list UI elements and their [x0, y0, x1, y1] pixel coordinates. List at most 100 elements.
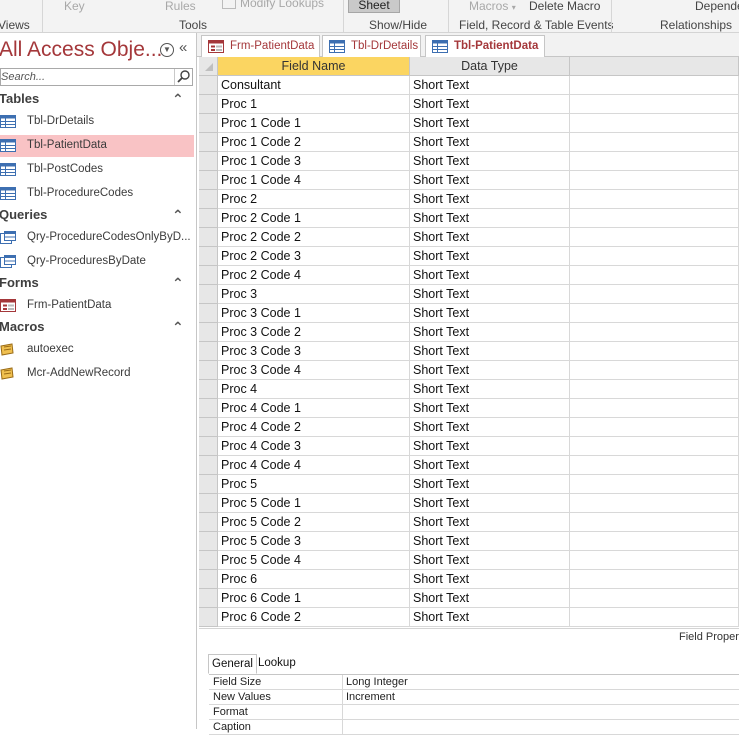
nav-item-qry-procedurecodesonlybyd-[interactable]: Qry-ProcedureCodesOnlyByD... [0, 227, 194, 249]
nav-item-frm-patientdata[interactable]: Frm-PatientData [0, 295, 194, 317]
description-cell[interactable] [570, 532, 739, 551]
nav-item-autoexec[interactable]: autoexec [0, 339, 194, 361]
data-type-cell[interactable]: Short Text [410, 285, 570, 304]
nav-group-tables[interactable]: Tables ⌃ [0, 91, 193, 109]
table-row[interactable]: Proc 4 Code 4 Short Text [199, 456, 739, 475]
data-type-cell[interactable]: Short Text [410, 133, 570, 152]
description-cell[interactable] [570, 418, 739, 437]
field-name-cell[interactable]: Proc 2 Code 3 [218, 247, 410, 266]
field-name-cell[interactable]: Proc 2 Code 1 [218, 209, 410, 228]
table-row[interactable]: Proc 1 Code 3 Short Text [199, 152, 739, 171]
row-selector[interactable] [199, 456, 218, 475]
data-type-cell[interactable]: Short Text [410, 475, 570, 494]
description-cell[interactable] [570, 589, 739, 608]
field-name-cell[interactable]: Proc 6 [218, 570, 410, 589]
row-selector[interactable] [199, 437, 218, 456]
description-cell[interactable] [570, 76, 739, 95]
data-type-cell[interactable]: Short Text [410, 399, 570, 418]
row-selector[interactable] [199, 304, 218, 323]
row-selector[interactable] [199, 570, 218, 589]
test-validation-rules-button[interactable]: Rules [165, 0, 196, 13]
description-cell[interactable] [570, 228, 739, 247]
description-cell[interactable] [570, 190, 739, 209]
nav-pane-title[interactable]: All Access Obje... [0, 38, 162, 62]
data-type-header[interactable]: Data Type [410, 57, 570, 76]
table-row[interactable]: Proc 2 Short Text [199, 190, 739, 209]
field-name-cell[interactable]: Proc 4 [218, 380, 410, 399]
row-selector-header[interactable] [199, 57, 218, 76]
row-selector[interactable] [199, 323, 218, 342]
property-row[interactable]: Format [209, 705, 739, 720]
property-row[interactable]: New Values Increment [209, 690, 739, 705]
table-row[interactable]: Proc 1 Short Text [199, 95, 739, 114]
data-type-cell[interactable]: Short Text [410, 95, 570, 114]
row-selector[interactable] [199, 209, 218, 228]
table-row[interactable]: Proc 2 Code 2 Short Text [199, 228, 739, 247]
collapse-pane-icon[interactable]: « [179, 39, 187, 56]
data-type-cell[interactable]: Short Text [410, 361, 570, 380]
data-type-cell[interactable]: Short Text [410, 209, 570, 228]
nav-search-input[interactable] [1, 69, 173, 85]
data-type-cell[interactable]: Short Text [410, 114, 570, 133]
row-selector[interactable] [199, 475, 218, 494]
chevron-up-icon[interactable]: ⌃ [172, 207, 184, 224]
field-name-cell[interactable]: Proc 3 Code 1 [218, 304, 410, 323]
row-selector[interactable] [199, 589, 218, 608]
property-row[interactable]: Field Size Long Integer [209, 675, 739, 690]
description-cell[interactable] [570, 209, 739, 228]
row-selector[interactable] [199, 76, 218, 95]
field-name-cell[interactable]: Proc 1 Code 3 [218, 152, 410, 171]
row-selector[interactable] [199, 95, 218, 114]
tab-lookup[interactable]: Lookup [255, 654, 299, 674]
chevron-up-icon[interactable]: ⌃ [172, 275, 184, 292]
nav-item-tbl-procedurecodes[interactable]: Tbl-ProcedureCodes [0, 183, 194, 205]
data-type-cell[interactable]: Short Text [410, 589, 570, 608]
nav-pane-menu-icon[interactable]: ▼ [160, 43, 174, 57]
field-name-cell[interactable]: Proc 4 Code 2 [218, 418, 410, 437]
data-type-cell[interactable]: Short Text [410, 304, 570, 323]
tab-frm-patientdata[interactable]: Frm-PatientData [201, 35, 320, 57]
row-selector[interactable] [199, 399, 218, 418]
nav-item-tbl-patientdata[interactable]: Tbl-PatientData [0, 135, 194, 157]
description-cell[interactable] [570, 304, 739, 323]
field-name-cell[interactable]: Proc 3 Code 2 [218, 323, 410, 342]
row-selector[interactable] [199, 152, 218, 171]
tab-tbl-drdetails[interactable]: Tbl-DrDetails [322, 35, 421, 57]
table-row[interactable]: Proc 5 Code 1 Short Text [199, 494, 739, 513]
table-row[interactable]: Proc 2 Code 4 Short Text [199, 266, 739, 285]
field-name-cell[interactable]: Proc 1 Code 1 [218, 114, 410, 133]
chevron-up-icon[interactable]: ⌃ [172, 319, 184, 336]
description-cell[interactable] [570, 342, 739, 361]
table-row[interactable]: Proc 3 Code 2 Short Text [199, 323, 739, 342]
description-cell[interactable] [570, 456, 739, 475]
table-row[interactable]: Proc 6 Short Text [199, 570, 739, 589]
data-type-cell[interactable]: Short Text [410, 551, 570, 570]
data-type-cell[interactable]: Short Text [410, 228, 570, 247]
table-row[interactable]: Proc 3 Short Text [199, 285, 739, 304]
create-data-macros-button[interactable]: Macros ▾ [469, 0, 516, 13]
table-row[interactable]: Proc 6 Code 2 Short Text [199, 608, 739, 627]
row-selector[interactable] [199, 608, 218, 627]
description-cell[interactable] [570, 608, 739, 627]
description-cell[interactable] [570, 95, 739, 114]
field-name-cell[interactable]: Proc 5 Code 1 [218, 494, 410, 513]
nav-item-mcr-addnewrecord[interactable]: Mcr-AddNewRecord [0, 363, 194, 385]
row-selector[interactable] [199, 190, 218, 209]
field-name-cell[interactable]: Proc 4 Code 3 [218, 437, 410, 456]
description-cell[interactable] [570, 247, 739, 266]
data-type-cell[interactable]: Short Text [410, 152, 570, 171]
field-name-cell[interactable]: Proc 1 [218, 95, 410, 114]
tab-tbl-patientdata[interactable]: Tbl-PatientData [425, 35, 545, 58]
description-header[interactable] [570, 57, 739, 76]
table-row[interactable]: Proc 4 Code 1 Short Text [199, 399, 739, 418]
row-selector[interactable] [199, 228, 218, 247]
description-cell[interactable] [570, 380, 739, 399]
object-dependencies-button[interactable]: Depende [695, 0, 739, 13]
chevron-up-icon[interactable]: ⌃ [172, 91, 184, 108]
table-row[interactable]: Proc 5 Code 3 Short Text [199, 532, 739, 551]
table-row[interactable]: Proc 4 Short Text [199, 380, 739, 399]
field-name-cell[interactable]: Proc 1 Code 2 [218, 133, 410, 152]
modify-lookups-button[interactable]: Modify Lookups [222, 0, 324, 10]
data-type-cell[interactable]: Short Text [410, 456, 570, 475]
row-selector[interactable] [199, 513, 218, 532]
